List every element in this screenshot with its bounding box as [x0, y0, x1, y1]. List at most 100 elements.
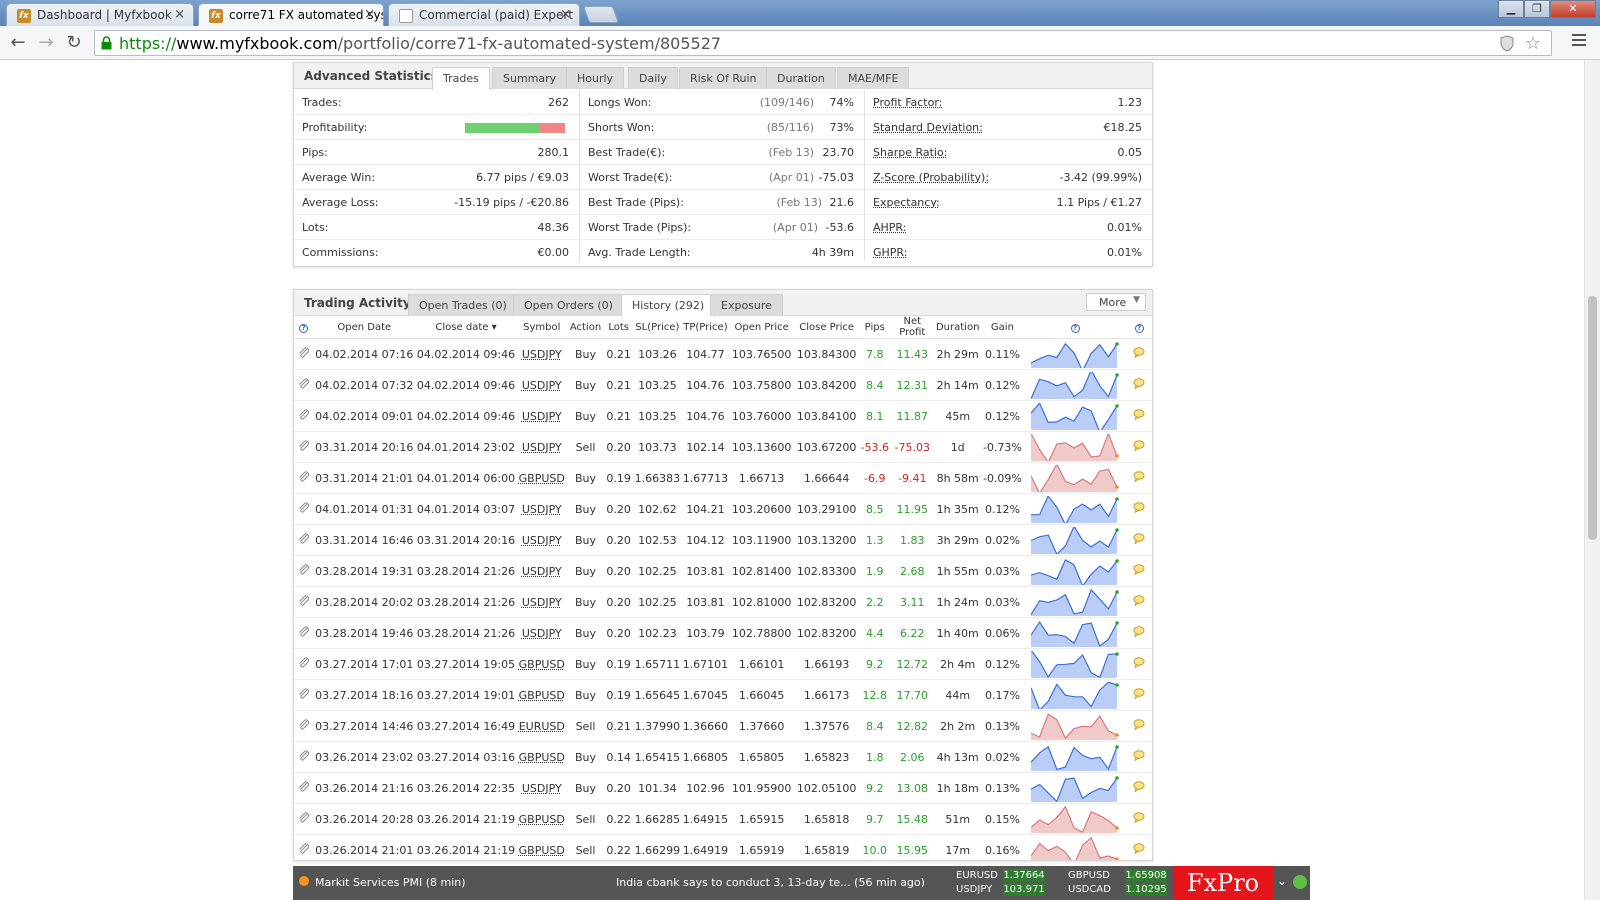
share-trade-cell[interactable] [294, 555, 314, 587]
cell-symbol[interactable]: USDJPY [516, 555, 567, 587]
table-row[interactable]: 04.02.2014 07:16 04.02.2014 09:46 USDJPY Bu… [294, 338, 1152, 370]
paperclip-icon[interactable] [298, 781, 310, 793]
share-trade-cell[interactable] [294, 493, 314, 525]
col-lots[interactable]: Lots [604, 316, 633, 339]
fxpro-logo[interactable]: FxPro [1173, 866, 1273, 900]
comment-bubble-icon[interactable] [1133, 471, 1145, 483]
table-row[interactable]: 03.27.2014 17:01 03.27.2014 19:05 GBPUSD Bu… [294, 648, 1152, 680]
browser-tab-commercial[interactable]: Commercial (paid) Expert × [388, 3, 580, 26]
more-dropdown-button[interactable]: More ▼ [1086, 293, 1146, 311]
comment-bubble-icon[interactable] [1133, 781, 1145, 793]
reload-icon[interactable]: ↻ [62, 31, 86, 55]
comment-cell[interactable] [1126, 772, 1152, 804]
comment-cell[interactable] [1126, 741, 1152, 773]
share-trade-cell[interactable] [294, 524, 314, 556]
col-close-price[interactable]: Close Price [794, 316, 860, 339]
col-comment-help[interactable]: ? [1126, 316, 1152, 339]
comment-bubble-icon[interactable] [1133, 750, 1145, 762]
share-trade-cell[interactable] [294, 834, 314, 860]
paperclip-icon[interactable] [298, 347, 310, 359]
paperclip-icon[interactable] [298, 564, 310, 576]
close-tab-icon[interactable]: × [560, 7, 571, 22]
close-tab-icon[interactable]: × [174, 7, 185, 22]
tab-hourly[interactable]: Hourly [566, 67, 625, 89]
tab-duration[interactable]: Duration [766, 67, 836, 89]
comment-cell[interactable] [1126, 493, 1152, 525]
comment-cell[interactable] [1126, 586, 1152, 618]
share-trade-cell[interactable] [294, 679, 314, 711]
share-trade-cell[interactable] [294, 772, 314, 804]
cell-symbol[interactable]: GBPUSD [516, 462, 567, 494]
share-trade-cell[interactable] [294, 617, 314, 649]
chevron-down-icon[interactable]: ⌄ [1277, 874, 1287, 888]
comment-bubble-icon[interactable] [1133, 812, 1145, 824]
table-row[interactable]: 04.02.2014 07:32 04.02.2014 09:46 USDJPY Bu… [294, 369, 1152, 401]
shield-icon[interactable] [1499, 35, 1515, 52]
maximize-window-button[interactable]: ❐ [1524, 0, 1550, 18]
trade-chart-cell[interactable] [1023, 803, 1127, 835]
comment-bubble-icon[interactable] [1133, 564, 1145, 576]
paperclip-icon[interactable] [298, 440, 310, 452]
table-row[interactable]: 03.31.2014 21:01 04.01.2014 06:00 GBPUSD Bu… [294, 462, 1152, 494]
cell-symbol[interactable]: GBPUSD [516, 679, 567, 711]
tab-exposure[interactable]: Exposure [710, 294, 783, 316]
table-row[interactable]: 03.28.2014 19:46 03.28.2014 21:26 USDJPY Bu… [294, 617, 1152, 649]
comment-cell[interactable] [1126, 369, 1152, 401]
paperclip-icon[interactable] [298, 471, 310, 483]
cell-symbol[interactable]: USDJPY [516, 617, 567, 649]
trade-chart-cell[interactable] [1023, 369, 1127, 401]
help-icon[interactable]: ? [1134, 323, 1144, 333]
trade-chart-cell[interactable] [1023, 431, 1127, 463]
trade-chart-cell[interactable] [1023, 617, 1127, 649]
share-trade-cell[interactable] [294, 710, 314, 742]
share-trade-cell[interactable] [294, 741, 314, 773]
tab-daily[interactable]: Daily [628, 67, 678, 89]
tab-trades[interactable]: Trades [432, 67, 490, 90]
table-row[interactable]: 03.26.2014 21:16 03.26.2014 22:35 USDJPY Bu… [294, 772, 1152, 804]
new-tab-button[interactable] [582, 6, 620, 23]
share-trade-cell[interactable] [294, 586, 314, 618]
col-chart-help[interactable]: ? [1023, 316, 1127, 339]
paperclip-icon[interactable] [298, 533, 310, 545]
menu-icon[interactable] [1572, 34, 1586, 48]
comment-cell[interactable] [1126, 648, 1152, 680]
paperclip-icon[interactable] [298, 595, 310, 607]
trade-chart-cell[interactable] [1023, 400, 1127, 432]
paperclip-icon[interactable] [298, 378, 310, 390]
cell-symbol[interactable]: EURUSD [516, 710, 567, 742]
col-sl-price[interactable]: SL(Price) [632, 316, 682, 339]
paperclip-icon[interactable] [298, 502, 310, 514]
table-row[interactable]: 03.27.2014 18:16 03.27.2014 19:01 GBPUSD Bu… [294, 679, 1152, 711]
minimize-window-button[interactable]: ▁ [1498, 0, 1524, 18]
cell-symbol[interactable]: USDJPY [516, 493, 567, 525]
comment-cell[interactable] [1126, 617, 1152, 649]
cell-symbol[interactable]: GBPUSD [516, 803, 567, 835]
trade-chart-cell[interactable] [1023, 741, 1127, 773]
forward-arrow-icon[interactable]: → [34, 31, 58, 55]
table-row[interactable]: 03.31.2014 16:46 03.31.2014 20:16 USDJPY Bu… [294, 524, 1152, 556]
share-trade-cell[interactable] [294, 400, 314, 432]
col-symbol[interactable]: Symbol [516, 316, 567, 339]
trade-chart-cell[interactable] [1023, 586, 1127, 618]
trade-chart-cell[interactable] [1023, 772, 1127, 804]
news-item[interactable]: Markit Services PMI (8 min) [315, 876, 466, 889]
comment-cell[interactable] [1126, 834, 1152, 860]
cell-symbol[interactable]: USDJPY [516, 369, 567, 401]
paperclip-icon[interactable] [298, 409, 310, 421]
cell-symbol[interactable]: GBPUSD [516, 834, 567, 860]
comment-bubble-icon[interactable] [1133, 440, 1145, 452]
back-arrow-icon[interactable]: ← [6, 31, 30, 55]
table-row[interactable]: 03.27.2014 14:46 03.27.2014 16:49 EURUSD Se… [294, 710, 1152, 742]
help-icon[interactable]: ? [1070, 323, 1080, 333]
close-window-button[interactable]: ✕ [1550, 0, 1596, 18]
trade-chart-cell[interactable] [1023, 679, 1127, 711]
cell-symbol[interactable]: USDJPY [516, 772, 567, 804]
share-trade-cell[interactable] [294, 431, 314, 463]
tab-summary[interactable]: Summary [492, 67, 568, 89]
comment-bubble-icon[interactable] [1133, 347, 1145, 359]
comment-bubble-icon[interactable] [1133, 657, 1145, 669]
comment-cell[interactable] [1126, 462, 1152, 494]
cell-symbol[interactable]: USDJPY [516, 586, 567, 618]
comment-cell[interactable] [1126, 710, 1152, 742]
share-trade-cell[interactable] [294, 648, 314, 680]
